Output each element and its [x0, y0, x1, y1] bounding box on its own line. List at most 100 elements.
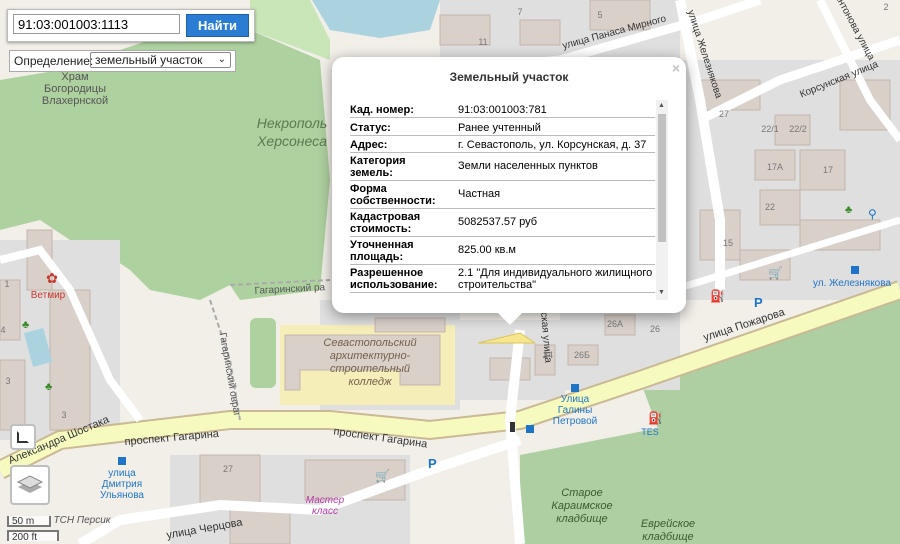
- info-row: Уточненная площадь: 825.00 кв.м: [350, 238, 655, 265]
- house-number: 22/1: [761, 124, 779, 134]
- bus-stop-icon: [118, 457, 126, 465]
- label-temple-1: Храм: [61, 71, 88, 83]
- label-galina-3: Петровой: [553, 416, 597, 427]
- info-row: Категория земель: Земли населенных пункт…: [350, 154, 655, 181]
- cadastral-search-input[interactable]: [13, 14, 180, 34]
- info-key: Форма собственности:: [350, 183, 436, 207]
- label-necropolis-1: Некрополь: [257, 115, 328, 131]
- info-row: Адрес: г. Севастополь, ул. Корсунская, д…: [350, 137, 655, 153]
- parking-icon: P: [754, 295, 763, 310]
- fullscreen-button[interactable]: [10, 424, 36, 450]
- label-galina-1: Улица: [561, 394, 590, 405]
- house-number: 17: [823, 165, 833, 175]
- playground-icon: ♣: [22, 319, 29, 331]
- parking-icon: P: [428, 456, 437, 471]
- label-master-2: класс: [312, 506, 338, 517]
- info-row: Кадастровая стоимость: 5082537.57 руб: [350, 210, 655, 237]
- info-row: Разрешенное использование: 2.1 "Для инди…: [350, 266, 655, 293]
- label-ulyanova-3: Ульянова: [100, 490, 144, 501]
- definition-selected: земельный участок: [95, 53, 203, 67]
- definition-select[interactable]: земельный участок ⌄: [90, 52, 231, 68]
- info-value: г. Севастополь, ул. Корсунская, д. 37: [458, 139, 647, 151]
- info-value: 2.1 "Для индивидуального жилищного строи…: [458, 267, 653, 291]
- popup-info-table[interactable]: Кад. номер: 91:03:001003:781 Статус: Ран…: [350, 100, 669, 300]
- house-number: 3: [5, 376, 10, 386]
- layers-button[interactable]: [10, 465, 50, 505]
- fullscreen-icon: [17, 431, 29, 443]
- bicycle-icon: ⚲: [868, 207, 877, 221]
- green-patch: [250, 318, 276, 388]
- scale-bar-imperial: 200 ft: [7, 530, 59, 543]
- house-number: 26А: [607, 319, 623, 329]
- find-button[interactable]: Найти: [186, 14, 249, 37]
- label-zheleznyakova-stop: ул. Железнякова: [813, 278, 891, 289]
- info-row: Статус: Ранее учтенный: [350, 120, 655, 136]
- label-jewish-1: Еврейское: [641, 518, 695, 530]
- house-number: 26: [650, 324, 660, 334]
- info-value: Частная: [458, 188, 501, 200]
- house-number: 2: [883, 2, 888, 12]
- house-number: 24: [543, 350, 553, 360]
- scale-bar-metric: 50 m: [7, 516, 51, 527]
- house-number: 4: [0, 325, 5, 335]
- info-key: Разрешенное использование:: [350, 267, 438, 291]
- vet-icon: ✿: [46, 270, 58, 286]
- shop-icon: 🛒: [375, 469, 390, 483]
- label-jewish-2: кладбище: [642, 531, 693, 543]
- playground-icon: ♣: [45, 381, 52, 393]
- scroll-up-icon[interactable]: ▲: [658, 102, 665, 109]
- info-value: 91:03:001003:781: [458, 104, 547, 116]
- traffic-light-icon: [510, 422, 515, 432]
- layers-icon: [16, 475, 44, 493]
- fuel-icon: ⛽: [648, 411, 663, 425]
- label-karaim-3: кладбище: [556, 513, 607, 525]
- info-key: Категория земель:: [350, 155, 406, 179]
- info-key: Уточненная площадь:: [350, 239, 414, 263]
- label-college-4: колледж: [348, 376, 392, 388]
- house-number: 22: [765, 202, 775, 212]
- house-number: 22/2: [789, 124, 807, 134]
- label-galina-2: Галины: [558, 405, 593, 416]
- house-number: 5: [597, 10, 602, 20]
- label-temple-2: Богородицы: [44, 83, 106, 95]
- label-temple-3: Влахернской: [42, 95, 108, 107]
- scrollbar-thumb[interactable]: [658, 114, 666, 242]
- info-key: Кад. номер:: [350, 104, 414, 116]
- label-tes: TES: [641, 427, 659, 437]
- label-tsn: ТСН Персик: [54, 515, 112, 526]
- info-key: Кадастровая стоимость:: [350, 211, 421, 235]
- bus-stop-icon: [526, 425, 534, 433]
- label-karaim-1: Старое: [561, 487, 602, 499]
- info-value: 825.00 кв.м: [458, 244, 516, 256]
- info-key: Статус:: [350, 122, 391, 134]
- house-number: 26Б: [574, 350, 590, 360]
- house-number: 1: [4, 279, 9, 289]
- label-karaim-2: Караимское: [551, 500, 612, 512]
- popup-tip: [498, 313, 522, 325]
- playground-icon: ♣: [845, 204, 852, 216]
- definition-panel: Определение: земельный участок ⌄: [9, 50, 236, 72]
- house-number: 27: [223, 464, 233, 474]
- bus-stop-icon: [571, 384, 579, 392]
- label-college-3: строительный: [330, 363, 410, 375]
- house-number: 17А: [767, 162, 783, 172]
- info-value: 5082537.57 руб: [458, 216, 538, 228]
- house-number: 11: [478, 37, 487, 47]
- search-panel: Найти: [7, 9, 255, 42]
- chevron-down-icon: ⌄: [217, 54, 226, 65]
- shop-icon: 🛒: [768, 266, 783, 280]
- bus-stop-icon: [851, 266, 859, 274]
- parcel-popup: × Земельный участок Кад. номер: 91:03:00…: [332, 57, 686, 325]
- label-college-1: Севастопольский: [323, 337, 416, 349]
- popup-scrollbar[interactable]: ▲ ▼: [656, 100, 668, 300]
- label-ulyanova-1: улица: [108, 468, 136, 479]
- label-master-1: Мастер: [306, 495, 345, 506]
- label-ulyanova-2: Дмитрия: [102, 479, 142, 490]
- house-number: 7: [517, 7, 522, 17]
- info-row: Форма собственности: Частная: [350, 182, 655, 209]
- house-number: 15: [723, 238, 733, 248]
- popup-title: Земельный участок: [449, 70, 569, 84]
- scroll-down-icon[interactable]: ▼: [658, 289, 665, 296]
- info-value: Земли населенных пунктов: [458, 160, 598, 172]
- label-vetmir: Ветмир: [31, 290, 66, 301]
